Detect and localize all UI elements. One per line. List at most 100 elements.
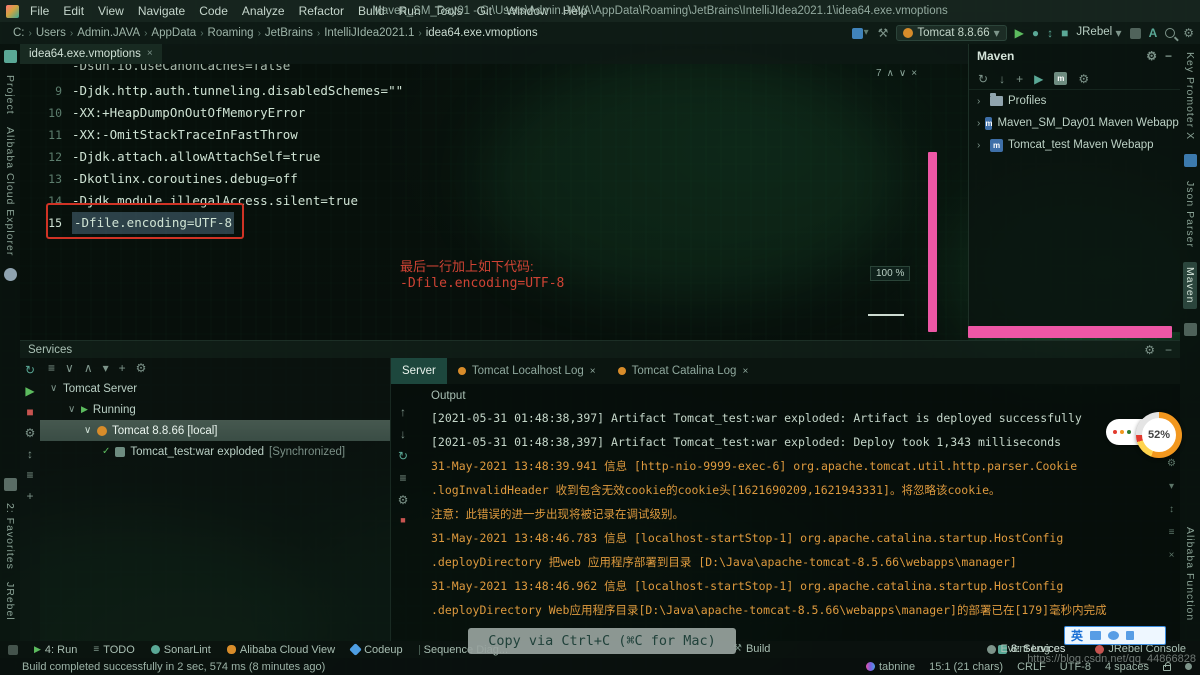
settings-gear-icon[interactable]: ⚙ bbox=[1146, 50, 1157, 62]
tree-node-tomcat-local[interactable]: ∨ Tomcat 8.8.66 [local] bbox=[40, 420, 390, 441]
structure-icon[interactable] bbox=[4, 478, 17, 491]
tool-button-todo[interactable]: ≡ TODO bbox=[93, 644, 134, 656]
coverage-button[interactable]: ↕ bbox=[1047, 27, 1053, 39]
tab-tomcat-localhost-log[interactable]: Tomcat Localhost Log × bbox=[447, 358, 607, 384]
tool-button-jrebel[interactable]: JRebel bbox=[4, 582, 16, 621]
readonly-lock-icon[interactable] bbox=[1163, 665, 1171, 671]
tab-server[interactable]: Server bbox=[391, 358, 447, 384]
start-icon[interactable]: ▶ bbox=[25, 385, 34, 397]
menu-icon[interactable]: ≡ bbox=[1169, 527, 1175, 538]
project-icon[interactable] bbox=[4, 50, 17, 63]
run-configuration-select[interactable]: Tomcat 8.8.66 ▾ bbox=[896, 25, 1006, 41]
jrebel-select[interactable]: JRebel ▾ bbox=[1076, 27, 1121, 39]
scroll-down-icon[interactable]: ↓ bbox=[400, 428, 406, 440]
ime-language[interactable]: 英 bbox=[1071, 627, 1083, 644]
menu-file[interactable]: File bbox=[23, 4, 56, 18]
menu-icon[interactable]: ≡ bbox=[26, 469, 33, 481]
tool-button-alibaba-cloud-view[interactable]: Alibaba Cloud View bbox=[227, 644, 335, 656]
stop-button[interactable]: ■ bbox=[1061, 27, 1068, 39]
tool-button-key-promoter[interactable]: Key Promoter X bbox=[1184, 52, 1196, 140]
maven-tree-project[interactable]: › m Maven_SM_Day01 Maven Webapp (root) bbox=[969, 112, 1180, 134]
ime-tools-icon[interactable] bbox=[1108, 631, 1119, 640]
settings-gear-icon[interactable]: ⚙ bbox=[398, 494, 409, 506]
expand-all-icon[interactable]: ∨ bbox=[65, 362, 74, 374]
tool-button-alibaba-function[interactable]: Alibaba Function bbox=[1184, 527, 1196, 621]
menu-navigate[interactable]: Navigate bbox=[131, 4, 192, 18]
ime-toolbar[interactable]: 英 bbox=[1064, 626, 1166, 645]
settings-gear-icon[interactable]: ⚙ bbox=[1167, 458, 1176, 469]
maven-tree-project[interactable]: › m Tomcat_test Maven Webapp bbox=[969, 134, 1180, 156]
next-occurrence-icon[interactable]: ∨ bbox=[899, 68, 906, 79]
refresh-icon[interactable]: ↻ bbox=[978, 73, 988, 85]
c-logo-icon[interactable] bbox=[4, 268, 17, 281]
refresh-icon[interactable]: ↻ bbox=[25, 364, 35, 376]
ime-keyboard-icon[interactable] bbox=[1090, 631, 1101, 640]
rerun-icon[interactable]: ↻ bbox=[398, 450, 408, 462]
menu-view[interactable]: View bbox=[91, 4, 131, 18]
maven-goal-icon[interactable]: m bbox=[1054, 72, 1067, 85]
soft-wrap-icon[interactable]: ≡ bbox=[399, 472, 406, 484]
ime-settings-icon[interactable] bbox=[1126, 631, 1134, 640]
settings-gear-icon[interactable]: ⚙ bbox=[136, 362, 147, 374]
tool-button-codeup[interactable]: Codeup bbox=[351, 644, 403, 656]
close-icon[interactable]: × bbox=[742, 366, 748, 377]
updown-icon[interactable]: ↕ bbox=[1169, 504, 1174, 515]
menu-icon[interactable]: ≡ bbox=[48, 362, 55, 374]
tool-button-json-parser[interactable]: Json Parser bbox=[1184, 181, 1196, 248]
filter-icon[interactable]: ▾ bbox=[103, 362, 109, 374]
breadcrumb-item[interactable]: IntelliJIdea2021.1 bbox=[321, 27, 417, 39]
settings-gear-icon[interactable]: ⚙ bbox=[1183, 27, 1194, 39]
clear-icon[interactable]: ■ bbox=[400, 516, 405, 525]
tool-button-sonarlint[interactable]: SonarLint bbox=[151, 644, 211, 656]
add-icon[interactable]: + bbox=[1016, 73, 1023, 85]
close-icon[interactable]: × bbox=[590, 366, 596, 377]
tool-button-run[interactable]: ▶ 4: Run bbox=[34, 644, 77, 656]
close-icon[interactable]: × bbox=[1169, 550, 1175, 561]
prev-occurrence-icon[interactable]: ∧ bbox=[887, 68, 894, 79]
layers-icon[interactable]: ▾ bbox=[852, 28, 870, 39]
database-icon[interactable] bbox=[1184, 323, 1197, 336]
run-maven-icon[interactable]: ▶ bbox=[1034, 73, 1043, 85]
tabnine-widget[interactable]: tabnine bbox=[866, 661, 915, 673]
tree-node-tomcat-server[interactable]: ∨ Tomcat Server bbox=[40, 378, 390, 399]
stop-icon[interactable]: ■ bbox=[26, 406, 33, 418]
breadcrumb-item[interactable]: JetBrains bbox=[262, 27, 316, 39]
breadcrumb-file[interactable]: idea64.exe.vmoptions bbox=[423, 27, 541, 39]
breadcrumb-item[interactable]: Roaming bbox=[205, 27, 257, 39]
collapse-all-icon[interactable]: ∧ bbox=[84, 362, 93, 374]
maven-tree-profiles[interactable]: › Profiles bbox=[969, 90, 1180, 112]
tool-button-build[interactable]: ⚒ Build bbox=[733, 643, 770, 655]
tree-node-artifact[interactable]: ✓ Tomcat_test:war exploded [Synchronized… bbox=[40, 441, 390, 462]
menu-analyze[interactable]: Analyze bbox=[235, 4, 292, 18]
close-icon[interactable]: × bbox=[147, 49, 153, 59]
breadcrumb-item[interactable]: Users bbox=[33, 27, 69, 39]
download-sources-icon[interactable]: ↓ bbox=[999, 73, 1005, 85]
scroll-up-icon[interactable]: ↑ bbox=[400, 406, 406, 418]
code-editor[interactable]: -Dsun.io.useCanonCaches=false 9 -Djdk.ht… bbox=[20, 64, 968, 340]
editor-tab[interactable]: idea64.exe.vmoptions × bbox=[20, 44, 162, 64]
tree-node-running[interactable]: ∨ ▶ Running bbox=[40, 399, 390, 420]
menu-code[interactable]: Code bbox=[192, 4, 235, 18]
caret-position[interactable]: 15:1 (21 chars) bbox=[929, 661, 1003, 673]
plugin-icon[interactable] bbox=[1184, 154, 1197, 167]
console-output[interactable]: [2021-05-31 01:48:38,397] Artifact Tomca… bbox=[431, 406, 1166, 622]
tool-button-favorites[interactable]: 2: Favorites bbox=[4, 503, 16, 570]
caret-icon[interactable]: ▾ bbox=[1169, 481, 1174, 492]
translate-icon[interactable]: A bbox=[1149, 27, 1158, 39]
toolwindow-switcher-icon[interactable] bbox=[8, 645, 18, 655]
grid-icon[interactable] bbox=[1130, 28, 1141, 39]
search-icon[interactable] bbox=[1165, 28, 1175, 38]
close-icon[interactable]: × bbox=[911, 68, 917, 79]
breadcrumb-item[interactable]: AppData bbox=[148, 27, 199, 39]
updown-icon[interactable]: ↕ bbox=[27, 448, 33, 460]
add-icon[interactable]: + bbox=[26, 490, 33, 502]
tab-tomcat-catalina-log[interactable]: Tomcat Catalina Log × bbox=[607, 358, 760, 384]
menu-edit[interactable]: Edit bbox=[56, 4, 91, 18]
run-button[interactable]: ▶ bbox=[1015, 27, 1024, 39]
breadcrumb-item[interactable]: C: bbox=[10, 27, 28, 39]
settings-gear-icon[interactable]: ⚙ bbox=[25, 427, 36, 439]
settings-gear-icon[interactable]: ⚙ bbox=[1144, 344, 1155, 356]
hide-icon[interactable]: − bbox=[1165, 344, 1172, 356]
group-icon[interactable]: + bbox=[119, 362, 126, 374]
hide-icon[interactable]: − bbox=[1165, 50, 1172, 62]
